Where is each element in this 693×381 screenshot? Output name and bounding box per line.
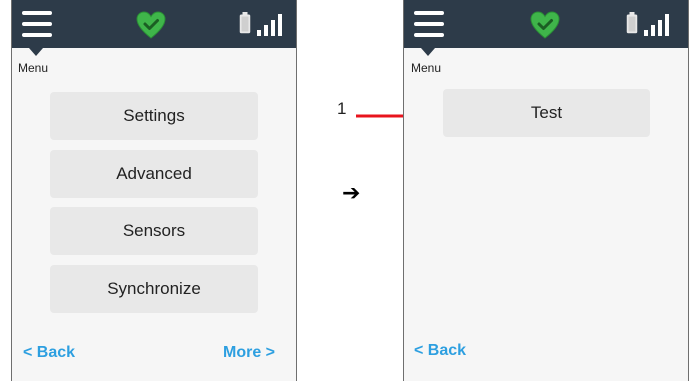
sensors-button[interactable]: Sensors [50,207,258,255]
advanced-button[interactable]: Advanced [50,150,258,198]
battery-icon [626,12,638,34]
hamburger-menu-icon[interactable] [414,11,444,37]
battery-icon [239,12,251,34]
hamburger-menu-icon[interactable] [22,11,52,37]
back-button[interactable]: < Back [23,344,75,362]
top-bar [404,0,688,48]
heart-check-icon [530,11,560,39]
more-button[interactable]: More > [223,344,275,362]
settings-button[interactable]: Settings [50,92,258,140]
menu-label: Menu [411,61,442,75]
signal-strength-icon [644,14,669,36]
menu-tab-pointer [421,48,435,56]
signal-strength-icon [257,14,282,36]
heart-check-icon [136,11,166,39]
synchronize-button[interactable]: Synchronize [50,265,258,313]
device-screen-more-menu: Menu Test < Back [403,0,689,381]
device-screen-main-menu: Menu Settings Advanced Sensors Synchroni… [11,0,297,381]
top-bar [12,0,296,48]
menu-label: Menu [18,61,49,75]
menu-tab-pointer [29,48,43,56]
flow-arrow-icon: ➔ [342,180,361,205]
callout-number: 1 [337,99,347,118]
back-button[interactable]: < Back [414,342,466,360]
test-button[interactable]: Test [443,89,650,137]
